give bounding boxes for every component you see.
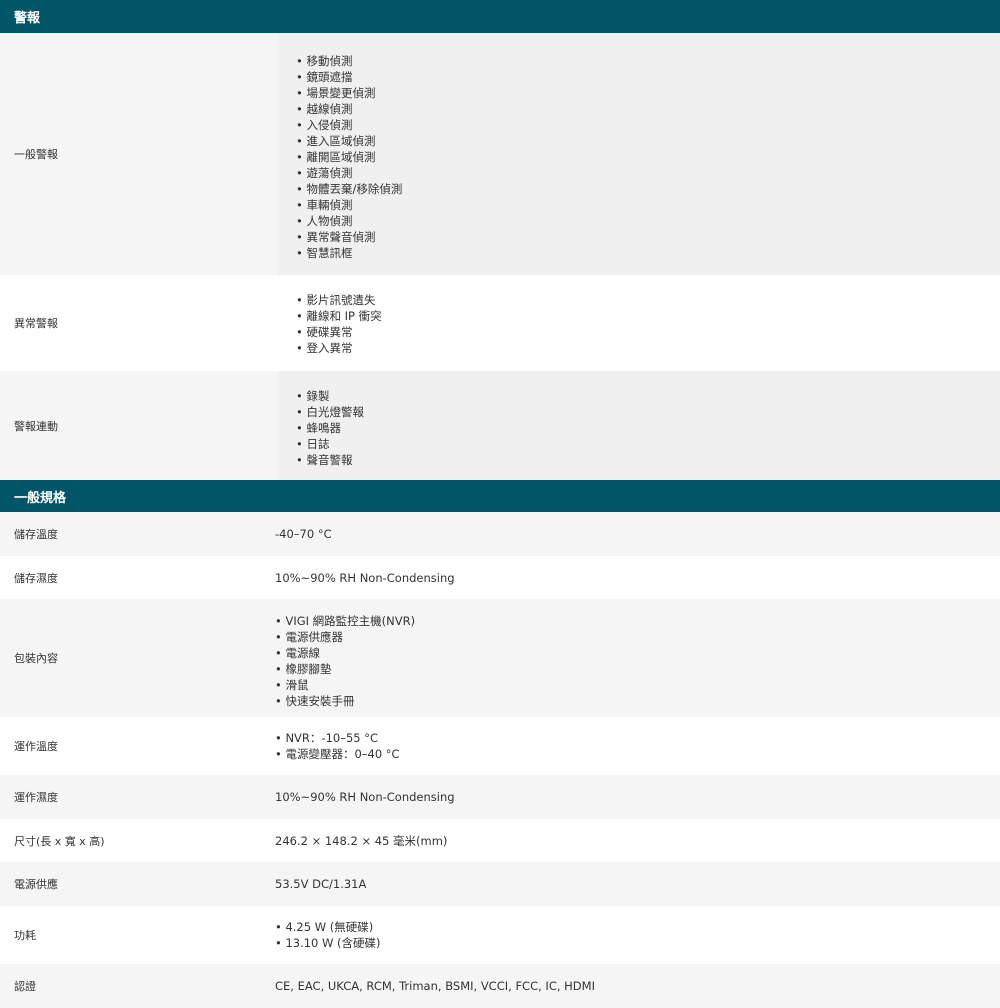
list-item: 異常聲音偵測: [296, 229, 402, 245]
table-row: 運作溫度 NVR：-10–55 °C電源變壓器：0–40 °C: [0, 717, 1000, 775]
list-item: 入侵偵測: [296, 117, 402, 133]
section-title: 一般規格: [14, 490, 67, 506]
row-label: 儲存溫度: [14, 528, 58, 541]
row-value: 246.2 × 148.2 × 45 毫米(mm): [275, 833, 448, 848]
list-item: 橡膠腳墊: [275, 661, 415, 677]
list-item: 滑鼠: [275, 677, 415, 693]
list-item: 移動偵測: [296, 53, 402, 69]
list-item: 越線偵測: [296, 101, 402, 117]
row-value: 影片訊號遺失離線和 IP 衝突硬碟異常登入異常: [278, 275, 1000, 371]
value-list: 影片訊號遺失離線和 IP 衝突硬碟異常登入異常: [296, 292, 382, 356]
row-value: CE, EAC, UKCA, RCM, Triman, BSMI, VCCI, …: [275, 979, 595, 993]
row-label: 儲存濕度: [14, 571, 58, 585]
row-value: 53.5V DC/1.31A: [275, 877, 367, 891]
value-list: 移動偵測鏡頭遮擋場景變更偵測越線偵測入侵偵測進入區域偵測離開區域偵測遊蕩偵測物體…: [296, 53, 402, 261]
list-item: 13.10 W (含硬碟): [275, 935, 380, 951]
table-row: 儲存濕度 10%~90% RH Non-Condensing: [0, 556, 1000, 599]
table-row: 功耗 4.25 W (無硬碟)13.10 W (含硬碟): [0, 906, 1000, 964]
row-label: 尺寸(長 x 寬 x 高): [14, 834, 105, 848]
list-item: 硬碟異常: [296, 324, 382, 340]
list-item: 蜂鳴器: [296, 420, 364, 436]
table-row: 包裝內容 VIGI 網路監控主機(NVR)電源供應器電源線橡膠腳墊滑鼠快速安裝手…: [0, 599, 1000, 717]
list-item: VIGI 網路監控主機(NVR): [275, 613, 415, 629]
table-row: 一般警報 移動偵測鏡頭遮擋場景變更偵測越線偵測入侵偵測進入區域偵測離開區域偵測遊…: [0, 33, 1000, 275]
row-label: 異常警報: [14, 317, 58, 330]
table-row: 尺寸(長 x 寬 x 高) 246.2 × 148.2 × 45 毫米(mm): [0, 819, 1000, 862]
row-label: 警報連動: [14, 419, 58, 433]
table-row: 異常警報 影片訊號遺失離線和 IP 衝突硬碟異常登入異常: [0, 275, 1000, 371]
row-label: 認證: [14, 980, 36, 993]
list-item: 離線和 IP 衝突: [296, 308, 381, 324]
list-item: 白光燈警報: [296, 404, 364, 420]
table-row: 儲存溫度 -40–70 °C: [0, 512, 1000, 556]
row-label: 電源供應: [14, 878, 58, 891]
list-item: 影片訊號遺失: [296, 292, 382, 308]
list-item: 人物偵測: [296, 213, 402, 229]
row-value: VIGI 網路監控主機(NVR)電源供應器電源線橡膠腳墊滑鼠快速安裝手冊: [260, 599, 1000, 717]
table-row: 運作濕度 10%~90% RH Non-Condensing: [0, 775, 1000, 819]
value-list: 4.25 W (無硬碟)13.10 W (含硬碟): [275, 919, 381, 951]
row-label: 一般警報: [14, 148, 58, 161]
row-label: 運作濕度: [14, 791, 58, 804]
list-item: 遊蕩偵測: [296, 165, 402, 181]
row-label: 運作溫度: [14, 740, 58, 753]
list-item: 車輛偵測: [296, 197, 402, 213]
row-value: 錄製白光燈警報蜂鳴器日誌聲音警報: [278, 371, 1000, 480]
row-label: 功耗: [14, 929, 36, 942]
row-value: 移動偵測鏡頭遮擋場景變更偵測越線偵測入侵偵測進入區域偵測離開區域偵測遊蕩偵測物體…: [278, 33, 1000, 275]
list-item: 聲音警報: [296, 452, 364, 468]
row-label: 包裝內容: [14, 652, 58, 665]
table-row: 認證 CE, EAC, UKCA, RCM, Triman, BSMI, VCC…: [0, 964, 1000, 1008]
list-item: NVR：-10–55 °C: [275, 730, 400, 746]
list-item: 錄製: [296, 388, 364, 404]
table-row: 電源供應 53.5V DC/1.31A: [0, 862, 1000, 906]
list-item: 進入區域偵測: [296, 133, 402, 149]
list-item: 日誌: [296, 436, 364, 452]
value-list: NVR：-10–55 °C電源變壓器：0–40 °C: [275, 730, 400, 762]
value-list: VIGI 網路監控主機(NVR)電源供應器電源線橡膠腳墊滑鼠快速安裝手冊: [275, 613, 415, 709]
list-item: 電源線: [275, 645, 415, 661]
section-header-alarm: 警報: [0, 0, 1000, 33]
list-item: 離開區域偵測: [296, 149, 402, 165]
list-item: 智慧訊框: [296, 245, 402, 261]
section-header-general-specs: 一般規格: [0, 480, 1000, 512]
list-item: 場景變更偵測: [296, 85, 402, 101]
list-item: 4.25 W (無硬碟): [275, 919, 381, 935]
list-item: 快速安裝手冊: [275, 693, 415, 709]
list-item: 鏡頭遮擋: [296, 69, 402, 85]
list-item: 電源供應器: [275, 629, 415, 645]
row-value: 10%~90% RH Non-Condensing: [275, 570, 455, 585]
general-specs-table: 儲存溫度 -40–70 °C 儲存濕度 10%~90% RH Non-Conde…: [0, 512, 1000, 1008]
row-value: 4.25 W (無硬碟)13.10 W (含硬碟): [260, 906, 1000, 964]
row-value: NVR：-10–55 °C電源變壓器：0–40 °C: [260, 717, 1000, 775]
list-item: 電源變壓器：0–40 °C: [275, 746, 399, 762]
list-item: 登入異常: [296, 340, 382, 356]
row-value: 10%~90% RH Non-Condensing: [275, 790, 455, 804]
section-title: 警報: [14, 11, 41, 26]
row-value: -40–70 °C: [275, 527, 332, 541]
alarm-table: 一般警報 移動偵測鏡頭遮擋場景變更偵測越線偵測入侵偵測進入區域偵測離開區域偵測遊…: [0, 33, 1000, 480]
value-list: 錄製白光燈警報蜂鳴器日誌聲音警報: [296, 388, 364, 468]
list-item: 物體丟棄/移除偵測: [296, 181, 402, 197]
table-row: 警報連動 錄製白光燈警報蜂鳴器日誌聲音警報: [0, 371, 1000, 480]
